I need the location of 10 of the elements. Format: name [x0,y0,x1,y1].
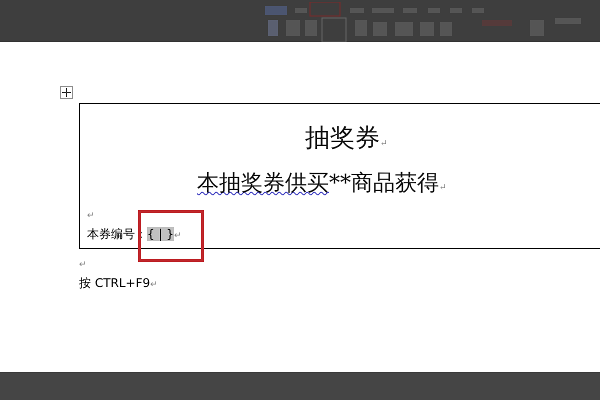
paragraph-mark: ↵ [79,260,87,270]
paragraph-mark: ↵ [150,280,158,290]
voucher-subtitle: 本抽奖券供买**商品获得 [197,171,439,196]
instruction-text: 按 CTRL+F9 [79,276,150,290]
voucher-title: 抽奖券 [305,123,380,152]
paragraph-mark: ↵ [174,231,182,241]
paragraph-mark: ↵ [380,139,388,149]
paragraph-mark: ↵ [87,211,95,221]
paragraph-mark: ↵ [439,183,447,193]
field-code[interactable]: { | } [147,227,174,241]
